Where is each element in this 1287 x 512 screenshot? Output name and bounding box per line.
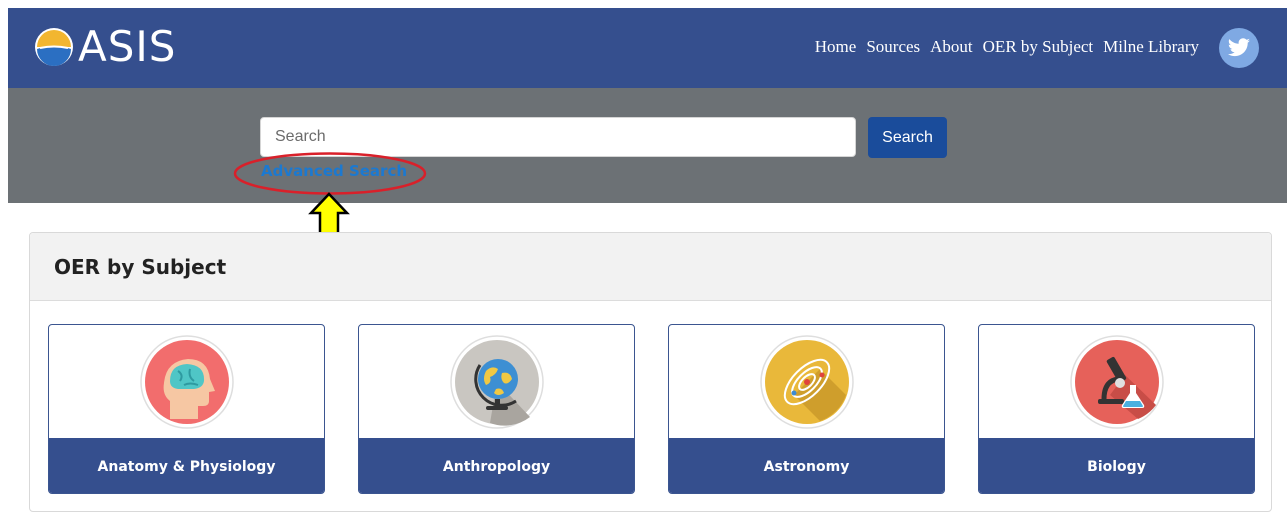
search-band: Search Advanced Search (8, 88, 1287, 203)
nav-about[interactable]: About (930, 36, 973, 58)
twitter-button[interactable] (1219, 28, 1259, 68)
card-image (669, 325, 944, 439)
card-label: Anatomy & Physiology (49, 438, 324, 493)
oasis-logo-icon (35, 28, 73, 66)
search-input[interactable] (260, 117, 856, 157)
twitter-bird-icon (1228, 38, 1250, 57)
card-label: Astronomy (669, 438, 944, 493)
advanced-search-link[interactable]: Advanced Search (261, 162, 407, 180)
card-label: Biology (979, 438, 1254, 493)
card-label: Anthropology (359, 438, 634, 493)
card-image (49, 325, 324, 439)
oasis-logo[interactable]: ASIS (32, 24, 176, 70)
subject-card-anthropology[interactable]: Anthropology (358, 324, 635, 494)
top-strip (0, 0, 1287, 8)
main-nav: Home Sources About OER by Subject Milne … (815, 36, 1199, 58)
subject-card-biology[interactable]: Biology (978, 324, 1255, 494)
microscope-flask-icon (1069, 335, 1164, 429)
panel-title: OER by Subject (54, 254, 227, 279)
navbar: ASIS Home Sources About OER by Subject M… (8, 8, 1287, 88)
globe-icon (449, 335, 544, 429)
subject-card-anatomy[interactable]: Anatomy & Physiology (48, 324, 325, 494)
nav-oer-by-subject[interactable]: OER by Subject (983, 36, 1094, 58)
card-image (979, 325, 1254, 439)
search-button[interactable]: Search (868, 117, 947, 158)
nav-home[interactable]: Home (815, 36, 857, 58)
subject-card-astronomy[interactable]: Astronomy (668, 324, 945, 494)
brain-head-icon (139, 335, 234, 429)
nav-milne-library[interactable]: Milne Library (1103, 36, 1199, 58)
panel-header: OER by Subject (30, 233, 1271, 301)
oer-by-subject-panel: OER by Subject Anatomy & Physiology Anth… (29, 232, 1272, 512)
solar-system-icon (759, 335, 854, 429)
card-image (359, 325, 634, 439)
logo-text: ASIS (78, 22, 177, 71)
nav-sources[interactable]: Sources (866, 36, 920, 58)
